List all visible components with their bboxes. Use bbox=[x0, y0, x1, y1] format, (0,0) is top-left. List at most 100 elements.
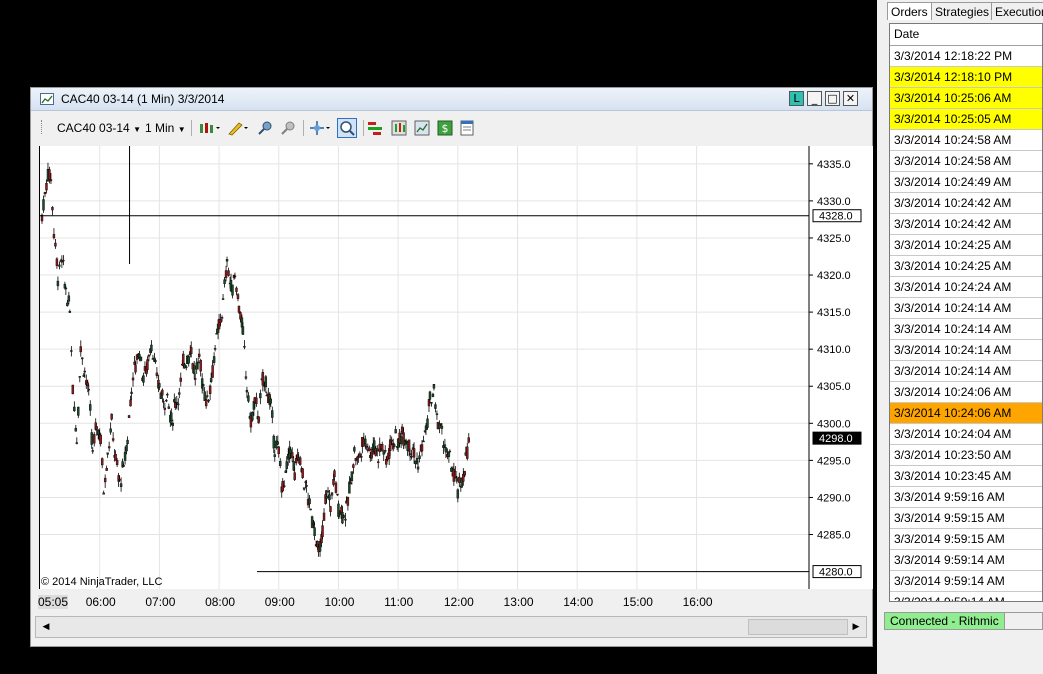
scroll-left-icon[interactable]: ◀ bbox=[38, 619, 54, 635]
order-row[interactable]: 3/3/2014 9:59:14 AM bbox=[890, 571, 1042, 592]
time-tick-label: 14:00 bbox=[563, 595, 594, 609]
order-row[interactable]: 3/3/2014 10:23:45 AM bbox=[890, 466, 1042, 487]
candle-body bbox=[443, 444, 447, 447]
order-row[interactable]: 3/3/2014 10:24:14 AM bbox=[890, 319, 1042, 340]
chart-toolbar: CAC40 03-14 ▼ 1 Min ▼ $ bbox=[31, 116, 872, 140]
order-row[interactable]: 3/3/2014 10:24:06 AM bbox=[890, 382, 1042, 403]
candle-body bbox=[364, 438, 367, 444]
order-row[interactable]: 3/3/2014 12:18:22 PM bbox=[890, 46, 1042, 67]
price-tick-label: 4325.0 bbox=[817, 233, 851, 245]
scroll-thumb[interactable] bbox=[748, 619, 848, 635]
candle-body bbox=[111, 438, 115, 441]
candle-body bbox=[58, 264, 61, 267]
price-chart-area[interactable]: 4335.0 4330.0 4325.0 4320.0 4315.0 4310.0 4305… bbox=[39, 146, 873, 589]
order-row[interactable]: 3/3/2014 10:24:06 AM bbox=[890, 403, 1042, 424]
orders-column-header-date[interactable]: Date bbox=[890, 24, 1042, 46]
candle-body bbox=[162, 400, 165, 403]
candle-body bbox=[107, 446, 111, 449]
zoom-icon[interactable] bbox=[337, 118, 357, 138]
orders-grid: Date 3/3/2014 12:18:22 PM 3/3/2014 12:18:… bbox=[889, 23, 1043, 602]
candle-body bbox=[185, 366, 188, 369]
order-row[interactable]: 3/3/2014 10:24:14 AM bbox=[890, 340, 1042, 361]
data-box-icon[interactable] bbox=[391, 120, 407, 136]
order-row[interactable]: 3/3/2014 10:24:58 AM bbox=[890, 130, 1042, 151]
candle-body bbox=[177, 403, 180, 406]
chevron-down-icon: ▼ bbox=[177, 125, 186, 134]
scroll-right-icon[interactable]: ▶ bbox=[848, 619, 864, 635]
candle-body bbox=[224, 270, 228, 279]
candle-body bbox=[114, 453, 117, 461]
instrument-selector[interactable]: CAC40 03-14 ▼ bbox=[57, 121, 141, 135]
order-row[interactable]: 3/3/2014 10:24:04 AM bbox=[890, 424, 1042, 445]
candle-body bbox=[71, 384, 75, 395]
remove-indicator-icon[interactable] bbox=[280, 120, 296, 136]
candle-body bbox=[455, 477, 459, 482]
candle-body bbox=[368, 447, 371, 451]
order-row[interactable]: 3/3/2014 10:24:58 AM bbox=[890, 151, 1042, 172]
drawing-pencil-icon[interactable] bbox=[227, 120, 248, 136]
candle-body bbox=[342, 515, 346, 518]
link-l-button[interactable]: L bbox=[789, 91, 804, 106]
close-button[interactable]: ✕ bbox=[843, 91, 858, 106]
order-row[interactable]: 3/3/2014 10:25:06 AM bbox=[890, 88, 1042, 109]
candle-body bbox=[52, 234, 56, 239]
order-row[interactable]: 3/3/2014 9:59:14 AM bbox=[890, 592, 1042, 601]
tab-executions[interactable]: Executions bbox=[991, 2, 1043, 20]
interval-selector[interactable]: 1 Min ▼ bbox=[145, 121, 186, 135]
candle-body bbox=[456, 489, 460, 499]
candle-body bbox=[187, 356, 190, 364]
order-row[interactable]: 3/3/2014 9:59:16 AM bbox=[890, 487, 1042, 508]
dollar-icon[interactable]: $ bbox=[437, 120, 453, 136]
bar-type-candlestick-icon[interactable] bbox=[198, 120, 220, 136]
candle-body bbox=[384, 450, 387, 452]
candle-body bbox=[328, 494, 331, 501]
price-chart: 4335.0 4330.0 4325.0 4320.0 4315.0 4310.0 4305… bbox=[39, 146, 862, 589]
order-row[interactable]: 3/3/2014 10:24:25 AM bbox=[890, 256, 1042, 277]
candle-body bbox=[341, 511, 344, 524]
candle-body bbox=[360, 456, 363, 458]
toolbar-grip[interactable] bbox=[41, 120, 44, 134]
candle-body bbox=[325, 496, 328, 499]
tab-orders[interactable]: Orders bbox=[887, 2, 932, 20]
order-row[interactable]: 3/3/2014 10:24:49 AM bbox=[890, 172, 1042, 193]
order-row[interactable]: 3/3/2014 10:24:24 AM bbox=[890, 277, 1042, 298]
template-icon[interactable] bbox=[459, 120, 475, 136]
candle-body bbox=[45, 183, 48, 191]
time-tick-label: 10:00 bbox=[324, 595, 355, 609]
order-row[interactable]: 3/3/2014 10:24:14 AM bbox=[890, 298, 1042, 319]
candle-body bbox=[257, 416, 261, 423]
chart-trader-icon[interactable] bbox=[367, 120, 383, 136]
order-row[interactable]: 3/3/2014 10:25:05 AM bbox=[890, 109, 1042, 130]
order-row[interactable]: 3/3/2014 10:24:42 AM bbox=[890, 193, 1042, 214]
chart-properties-icon[interactable] bbox=[414, 120, 430, 136]
order-row[interactable]: 3/3/2014 9:59:14 AM bbox=[890, 550, 1042, 571]
order-row[interactable]: 3/3/2014 10:24:42 AM bbox=[890, 214, 1042, 235]
order-row[interactable]: 3/3/2014 10:24:25 AM bbox=[890, 235, 1042, 256]
candle-body bbox=[404, 440, 408, 442]
order-row[interactable]: 3/3/2014 10:23:50 AM bbox=[890, 445, 1042, 466]
candle-body bbox=[350, 471, 354, 481]
toolbar-separator bbox=[303, 120, 304, 136]
candle-body bbox=[221, 298, 225, 300]
chart-scrollbar[interactable]: ◀ ▶ bbox=[35, 616, 867, 638]
candle-body bbox=[122, 465, 125, 467]
order-row[interactable]: 3/3/2014 12:18:10 PM bbox=[890, 67, 1042, 88]
candle-body bbox=[353, 447, 356, 452]
maximize-button[interactable]: □ bbox=[825, 91, 840, 106]
candle-body bbox=[241, 326, 245, 335]
crosshair-icon[interactable] bbox=[309, 120, 330, 136]
candle-body bbox=[225, 259, 229, 262]
chart-titlebar[interactable]: CAC40 03-14 (1 Min) 3/3/2014 L _ □ ✕ bbox=[31, 88, 872, 111]
add-indicator-icon[interactable] bbox=[257, 120, 273, 136]
order-row[interactable]: 3/3/2014 9:59:15 AM bbox=[890, 508, 1042, 529]
candle-body bbox=[197, 353, 201, 357]
candle-body bbox=[237, 305, 241, 313]
order-row[interactable]: 3/3/2014 9:59:15 AM bbox=[890, 529, 1042, 550]
candle-body bbox=[51, 206, 54, 211]
candle-body bbox=[259, 393, 262, 399]
minimize-button[interactable]: _ bbox=[807, 91, 822, 106]
candle-body bbox=[450, 467, 453, 472]
order-row[interactable]: 3/3/2014 10:24:14 AM bbox=[890, 361, 1042, 382]
candle-body bbox=[377, 461, 380, 463]
tab-strategies[interactable]: Strategies bbox=[931, 2, 994, 20]
